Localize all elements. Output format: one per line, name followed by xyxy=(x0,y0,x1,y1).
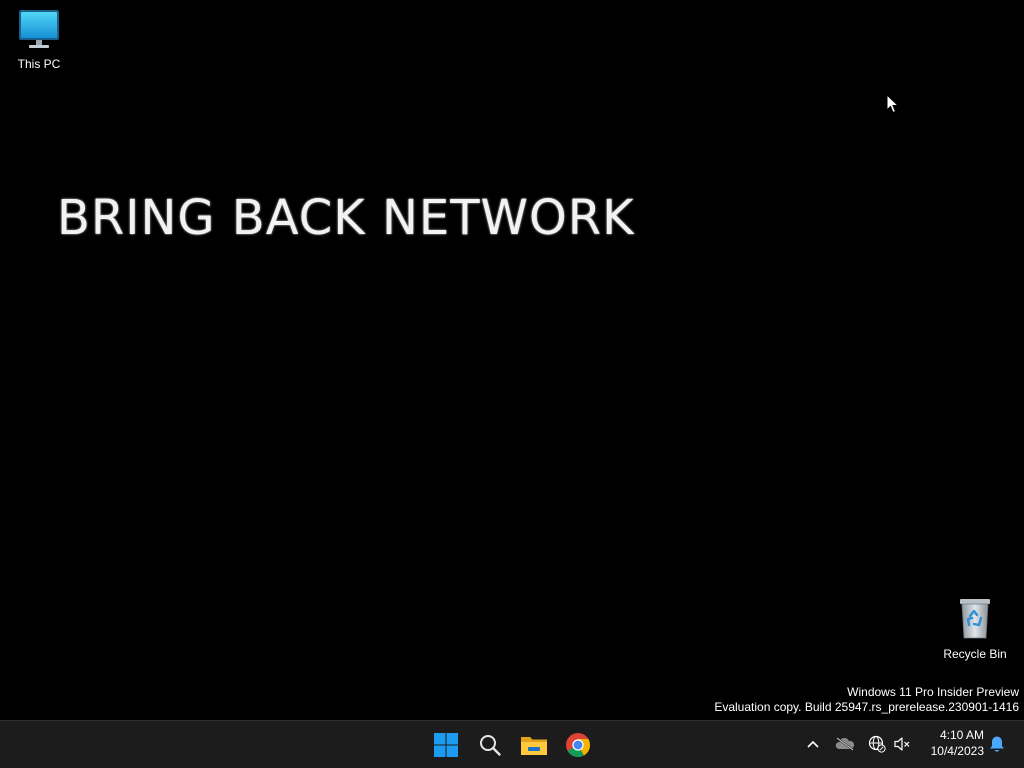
volume-muted-icon xyxy=(894,737,910,751)
windows-watermark: Windows 11 Pro Insider Preview Evaluatio… xyxy=(714,685,1019,715)
folder-icon xyxy=(521,737,547,755)
onedrive-icon xyxy=(835,737,855,751)
search-button[interactable] xyxy=(470,725,510,765)
chevron-up-icon xyxy=(807,740,819,748)
watermark-build: Evaluation copy. Build 25947.rs_prerelea… xyxy=(714,700,1019,714)
desktop-icon-label: Recycle Bin xyxy=(943,647,1007,661)
show-hidden-icons-button[interactable] xyxy=(802,733,824,755)
chrome-button[interactable] xyxy=(558,725,598,765)
recycle-bin-icon xyxy=(960,599,990,639)
wallpaper-text: BRING BACK NETWORK xyxy=(57,190,635,246)
search-icon xyxy=(480,735,501,756)
taskbar[interactable]: 4:10 AM 10/4/2023 xyxy=(0,720,1024,768)
chrome-icon xyxy=(566,733,590,758)
start-button[interactable] xyxy=(426,725,466,765)
volume-tray-button[interactable] xyxy=(891,733,913,755)
desktop-icon-recycle-bin[interactable]: Recycle Bin xyxy=(937,596,1013,661)
desktop[interactable]: This PC BRING BACK NETWORK Recycle Bin W… xyxy=(0,0,1024,720)
notification-bell-icon xyxy=(990,736,1004,752)
windows-start-icon xyxy=(434,733,458,757)
notification-center-button[interactable] xyxy=(986,733,1008,755)
desktop-icon-label: This PC xyxy=(17,57,61,71)
clock-date: 10/4/2023 xyxy=(930,744,984,758)
onedrive-tray-button[interactable] xyxy=(834,733,856,755)
computer-icon xyxy=(19,10,59,48)
clock-time: 4:10 AM xyxy=(939,728,984,742)
network-disconnected-icon xyxy=(868,735,886,753)
network-tray-button[interactable] xyxy=(866,733,888,755)
taskbar-clock[interactable]: 4:10 AM 10/4/2023 xyxy=(918,727,984,759)
mouse-cursor-icon xyxy=(886,93,900,119)
desktop-icon-this-pc[interactable]: This PC xyxy=(1,8,77,71)
watermark-edition: Windows 11 Pro Insider Preview xyxy=(847,685,1019,699)
file-explorer-button[interactable] xyxy=(514,725,554,765)
